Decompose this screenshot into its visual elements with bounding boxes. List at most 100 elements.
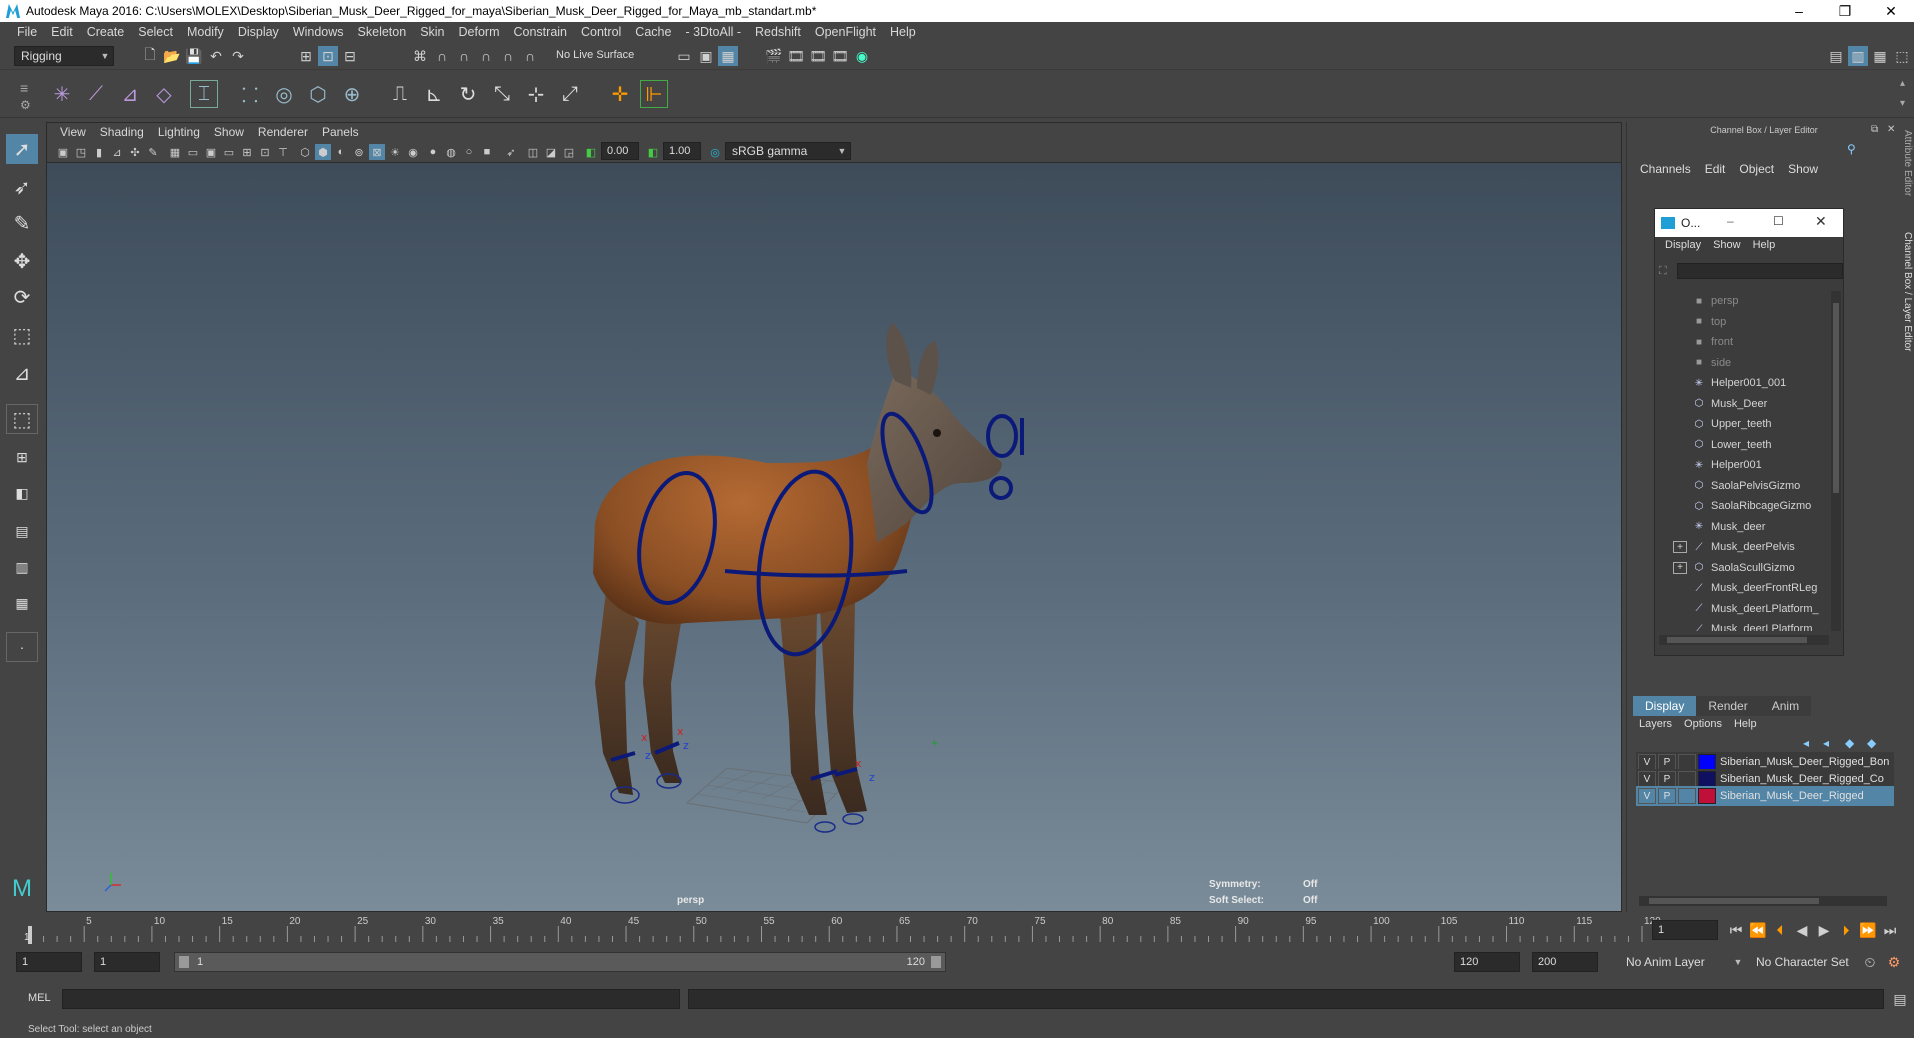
shelf-settings-icon[interactable]: ⚙ bbox=[20, 98, 31, 112]
menu-skeleton[interactable]: Skeleton bbox=[351, 25, 414, 39]
film-gate-icon[interactable]: ▭ bbox=[185, 144, 201, 160]
expand-icon[interactable]: + bbox=[1673, 541, 1687, 553]
layer-menu-help[interactable]: Help bbox=[1728, 718, 1763, 730]
new-scene-icon[interactable]: 🗋 bbox=[140, 46, 160, 66]
ik-spline-icon[interactable]: ⊿ bbox=[116, 80, 144, 108]
shadows-icon[interactable]: ☀ bbox=[387, 144, 403, 160]
tab-render[interactable]: Render bbox=[1696, 696, 1760, 716]
bookmark-icon[interactable]: ▮ bbox=[91, 144, 107, 160]
step-back-frame-icon[interactable]: ⏴ bbox=[1770, 920, 1790, 940]
layer-visibility-toggle[interactable]: V bbox=[1638, 771, 1656, 787]
history-icon[interactable]: ▭ bbox=[674, 46, 694, 66]
go-to-end-icon[interactable]: ⏭ bbox=[1880, 920, 1900, 940]
menu-redshift[interactable]: Redshift bbox=[748, 25, 808, 39]
backface-icon[interactable]: ◲ bbox=[561, 144, 577, 160]
range-start-handle[interactable] bbox=[179, 956, 189, 968]
float-panel-icon[interactable]: ⧉ bbox=[1871, 124, 1878, 135]
layout-hypershade-icon[interactable]: ▦ bbox=[6, 588, 38, 618]
outliner-item[interactable]: ⟋ Musk_deerFrontRLeg bbox=[1655, 578, 1827, 598]
exposure-icon[interactable]: ◧ bbox=[583, 144, 599, 160]
scene-start-field[interactable]: 1 bbox=[16, 952, 82, 972]
viewport-menu-lighting[interactable]: Lighting bbox=[151, 125, 207, 139]
outliner-item[interactable]: ✳ Musk_deer bbox=[1655, 517, 1827, 537]
resolution-gate-icon[interactable]: ▣ bbox=[203, 144, 219, 160]
menu-windows[interactable]: Windows bbox=[286, 25, 351, 39]
playback-start-field[interactable]: 1 bbox=[94, 952, 160, 972]
viewport-menu-view[interactable]: View bbox=[53, 125, 93, 139]
tab-anim[interactable]: Anim bbox=[1759, 696, 1812, 716]
layer-color-swatch[interactable] bbox=[1698, 788, 1716, 804]
toolsettings-toggle-icon[interactable]: ▦ bbox=[1870, 46, 1890, 66]
menu-file[interactable]: File bbox=[10, 25, 44, 39]
menu-edit[interactable]: Edit bbox=[44, 25, 80, 39]
layer-display-type[interactable] bbox=[1678, 788, 1696, 804]
time-slider[interactable]: 5 10 15 20 25 30 35 40 45 50 55 60 65 70 75 80 85 90 95 100… bbox=[0, 912, 1914, 946]
3d-scene[interactable]: xz xz xz + persp Symmetry: Off Soft Sele… bbox=[47, 163, 1621, 911]
gamma-field[interactable]: 1.00 bbox=[663, 142, 701, 160]
go-to-start-icon[interactable]: ⏮ bbox=[1726, 920, 1746, 940]
layout-custom-icon[interactable]: · bbox=[6, 632, 38, 662]
blendshape-icon[interactable]: ⊕ bbox=[338, 80, 366, 108]
range-end-handle[interactable] bbox=[931, 956, 941, 968]
locator-icon[interactable]: ✛ bbox=[606, 80, 634, 108]
maximize-button[interactable]: ❐ bbox=[1822, 0, 1868, 22]
minimize-button[interactable]: – bbox=[1776, 0, 1822, 22]
xray-icon[interactable]: ➶ bbox=[503, 144, 519, 160]
outliner-item[interactable]: ⬡ SaolaRibcageGizmo bbox=[1655, 496, 1827, 516]
redo-icon[interactable]: ↷ bbox=[228, 46, 248, 66]
layer-hscrollbar[interactable] bbox=[1639, 896, 1887, 906]
range-slider[interactable]: 1 120 bbox=[174, 952, 946, 972]
arnold-render-icon[interactable]: ◉ bbox=[852, 46, 872, 66]
maximize-button[interactable]: ☐ bbox=[1773, 214, 1784, 228]
grid-icon[interactable]: ▦ bbox=[167, 144, 183, 160]
menu-control[interactable]: Control bbox=[574, 25, 628, 39]
move-layer-down-icon[interactable]: ◂ bbox=[1823, 736, 1829, 750]
outliner-item[interactable]: ■ front bbox=[1655, 332, 1827, 352]
snap-view-icon[interactable]: ∩ bbox=[476, 46, 496, 66]
scene-end-field[interactable]: 200 bbox=[1532, 952, 1598, 972]
outliner-item[interactable]: ■ side bbox=[1655, 353, 1827, 373]
select-object-icon[interactable]: ⊡ bbox=[318, 46, 338, 66]
live-surface-label[interactable]: No Live Surface bbox=[556, 49, 634, 61]
layout-outliner-icon[interactable]: ▤ bbox=[6, 516, 38, 546]
channelbox-toggle-icon[interactable]: ▥ bbox=[1848, 46, 1868, 66]
menuset-dropdown[interactable]: Rigging ▼ bbox=[14, 46, 114, 66]
scale-constraint-icon[interactable]: ⤡ bbox=[488, 80, 516, 108]
layer-display-type[interactable] bbox=[1678, 754, 1696, 770]
mel-command-input[interactable] bbox=[62, 989, 680, 1009]
safe-title-icon[interactable]: ⊤ bbox=[275, 144, 291, 160]
menu-3dtoall[interactable]: - 3DtoAll - bbox=[678, 25, 748, 39]
layer-menu-layers[interactable]: Layers bbox=[1633, 718, 1678, 730]
outliner-item[interactable]: ⬡ Musk_Deer bbox=[1655, 394, 1827, 414]
orient-constraint-icon[interactable]: ↻ bbox=[454, 80, 482, 108]
modeling-toolkit-icon[interactable]: ⬚ bbox=[1892, 46, 1912, 66]
xray-joints-icon[interactable]: ◫ bbox=[525, 144, 541, 160]
outliner-item[interactable]: + ⟋ Musk_deerPelvis bbox=[1655, 537, 1827, 557]
last-tool-icon[interactable]: ⊿ bbox=[6, 358, 38, 388]
grease-pencil-icon[interactable]: ✎ bbox=[145, 144, 161, 160]
xray-active-icon[interactable]: ◪ bbox=[543, 144, 559, 160]
show-manipulator-icon[interactable]: ⬚ bbox=[6, 404, 38, 434]
wireframe-on-shaded-icon[interactable]: ◐ bbox=[333, 144, 349, 160]
outliner-item[interactable]: ⬡ SaolaPelvisGizmo bbox=[1655, 476, 1827, 496]
outliner-menu-display[interactable]: Display bbox=[1659, 239, 1707, 251]
workspace-layout-icon[interactable]: ▤ bbox=[1826, 46, 1846, 66]
outliner-menu-help[interactable]: Help bbox=[1747, 239, 1782, 251]
mel-label[interactable]: MEL bbox=[28, 992, 51, 1004]
tab-attribute-editor[interactable]: Attribute Editor bbox=[1902, 130, 1913, 196]
viewport-menu-panels[interactable]: Panels bbox=[315, 125, 366, 139]
close-button[interactable]: ✕ bbox=[1868, 0, 1914, 22]
render-globals-icon[interactable]: 🎞 bbox=[808, 46, 828, 66]
viewport-menu-show[interactable]: Show bbox=[207, 125, 251, 139]
layout-graph-icon[interactable]: ▥ bbox=[6, 552, 38, 582]
new-layer-selected-icon[interactable]: ◆ bbox=[1867, 736, 1876, 750]
smooth-shade-icon[interactable]: ⬢ bbox=[315, 144, 331, 160]
move-tool-icon[interactable]: ✥ bbox=[6, 246, 38, 276]
snap-vertex-icon[interactable]: ∩ bbox=[520, 46, 540, 66]
shelf-tabs-icon[interactable]: ≡ bbox=[20, 80, 28, 96]
lasso-tool-icon[interactable]: ➶ bbox=[6, 172, 38, 202]
outliner-menu-show[interactable]: Show bbox=[1707, 239, 1747, 251]
gamma-icon[interactable]: ◧ bbox=[645, 144, 661, 160]
layout-four-icon[interactable]: ⊞ bbox=[6, 442, 38, 472]
layer-visibility-toggle[interactable]: V bbox=[1638, 754, 1656, 770]
